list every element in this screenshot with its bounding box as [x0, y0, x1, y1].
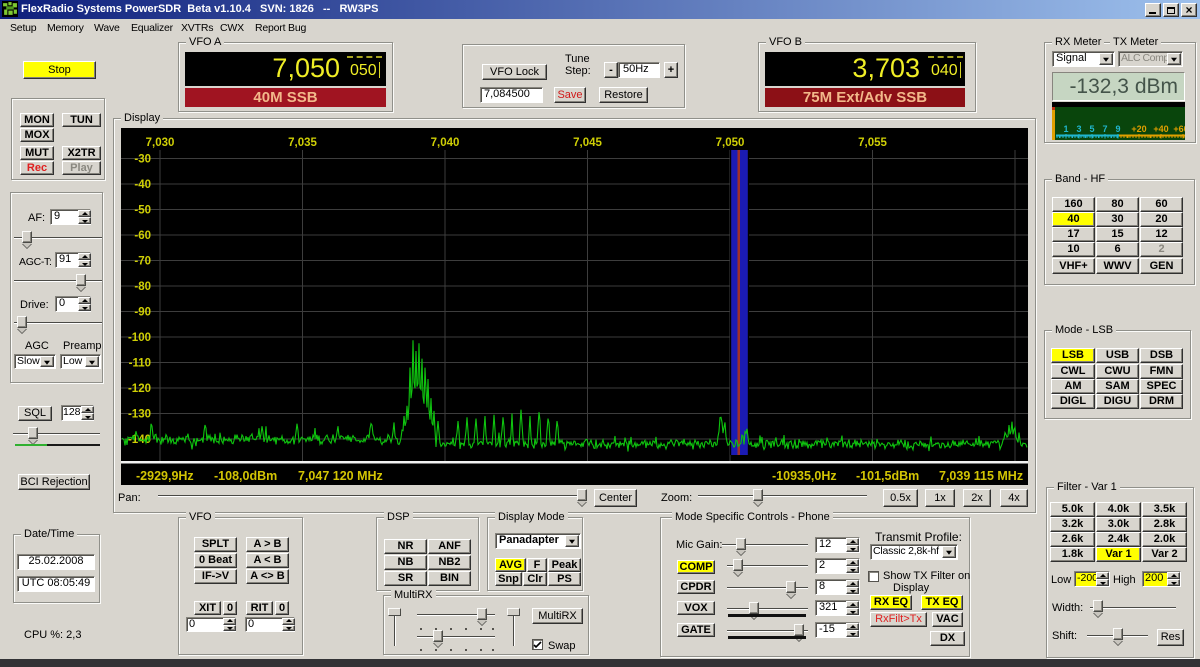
svg-text:3: 3 — [1076, 124, 1081, 134]
svg-text:7,035: 7,035 — [288, 137, 317, 149]
svg-text:-120: -120 — [128, 383, 151, 395]
svg-text:-60: -60 — [134, 230, 151, 242]
svg-text:9: 9 — [1115, 124, 1120, 134]
svg-text:7,047 120 MHz: 7,047 120 MHz — [298, 469, 383, 483]
svg-text:+40: +40 — [1153, 124, 1168, 134]
svg-text:7,050: 7,050 — [716, 137, 745, 149]
svg-text:+20: +20 — [1131, 124, 1146, 134]
svg-text:-10935,0Hz: -10935,0Hz — [772, 469, 837, 483]
svg-text:5: 5 — [1089, 124, 1094, 134]
svg-text:-30: -30 — [134, 154, 151, 166]
svg-text:-40: -40 — [134, 179, 151, 191]
svg-text:-100: -100 — [128, 332, 151, 344]
svg-text:7,040: 7,040 — [431, 137, 460, 149]
svg-text:7,039 115 MHz: 7,039 115 MHz — [939, 469, 1023, 483]
svg-text:-70: -70 — [134, 256, 151, 268]
svg-text:-90: -90 — [134, 307, 151, 319]
svg-text:7: 7 — [1102, 124, 1107, 134]
svg-text:-108,0dBm: -108,0dBm — [214, 469, 277, 483]
svg-text:-110: -110 — [129, 358, 151, 370]
svg-text:-80: -80 — [134, 281, 151, 293]
svg-text:-2929,9Hz: -2929,9Hz — [136, 469, 194, 483]
svg-text:7,055: 7,055 — [858, 137, 887, 149]
svg-text:+60: +60 — [1173, 124, 1185, 134]
svg-text:-50: -50 — [134, 205, 151, 217]
svg-text:1: 1 — [1063, 124, 1068, 134]
svg-text:-130: -130 — [128, 409, 151, 421]
svg-text:7,030: 7,030 — [146, 137, 175, 149]
svg-text:-101,5dBm: -101,5dBm — [856, 469, 919, 483]
svg-text:7,045: 7,045 — [573, 137, 602, 149]
